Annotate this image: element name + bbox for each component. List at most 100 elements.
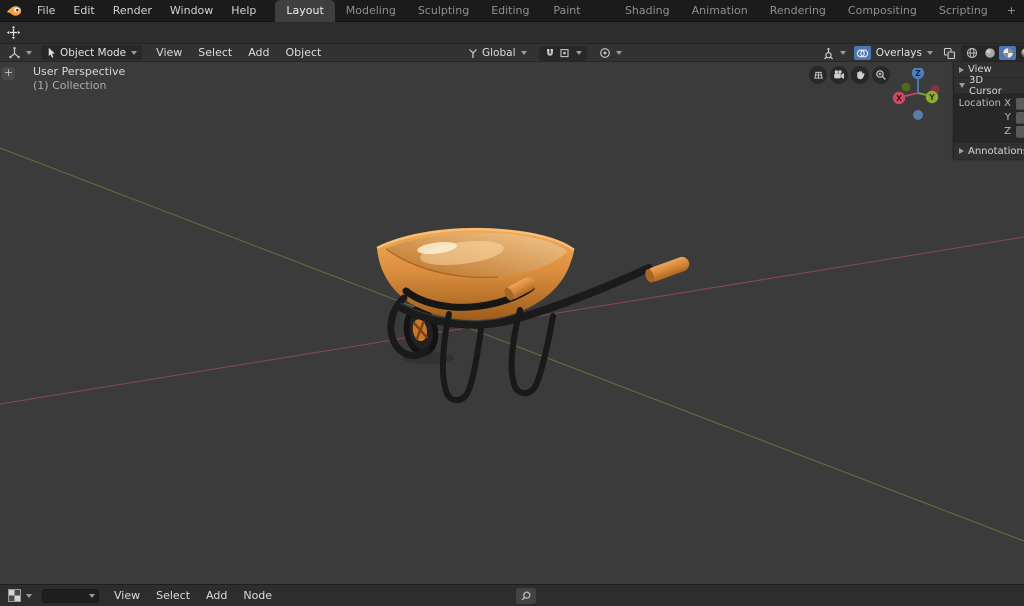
blender-window: File Edit Render Window Help Layout Mode… [0,0,1024,606]
shading-mode-group [961,45,1024,61]
transform-snap-group: Global [462,44,627,62]
menu-window[interactable]: Window [161,0,222,22]
tab-compositing[interactable]: Compositing [837,0,928,22]
viewport-menu-select[interactable]: Select [190,46,240,59]
handle-grip-right[interactable] [644,255,692,284]
viewport-nav-buttons [809,66,890,84]
chevron-down-icon [840,51,846,55]
gizmo-axis-neg-z[interactable] [913,110,923,120]
bottom-menu-node[interactable]: Node [235,589,280,602]
chevron-down-icon [616,51,622,55]
view-perspective-label: User Perspective [33,65,125,79]
viewport-3d[interactable]: + User Perspective (1) Collection [0,62,1024,584]
expanded-arrow-icon [959,83,965,88]
orientation-label: Global [482,47,516,59]
grid-icon [813,70,824,81]
bottom-menu-select[interactable]: Select [148,589,198,602]
tab-sculpting[interactable]: Sculpting [407,0,480,22]
viewport-header: Object Mode View Select Add Object Globa… [0,44,1024,62]
chevron-down-icon [89,594,95,598]
overlays-toggle[interactable] [854,46,871,60]
snap-target-icon [559,47,571,59]
bottom-menu-view[interactable]: View [106,589,148,602]
checker-texture-icon [8,589,21,602]
blender-logo-icon[interactable] [0,4,28,17]
proportional-editing-control[interactable] [594,46,627,61]
menu-help[interactable]: Help [222,0,265,22]
move-tool-icon[interactable] [0,25,27,40]
active-collection-label: (1) Collection [33,79,125,93]
pan-view-button[interactable] [851,66,869,84]
magnifier-plus-icon [875,69,887,81]
gizmos-icon [822,47,835,60]
panel-annotations-label: Annotations [968,146,1024,157]
cursor-location-y-field[interactable] [1016,112,1024,124]
add-workspace-button[interactable]: + [999,0,1024,22]
mode-selector[interactable]: Object Mode [41,45,142,60]
node-tree-selector[interactable] [42,589,99,603]
menu-render[interactable]: Render [104,0,161,22]
collapsed-arrow-icon [959,67,964,73]
object-mode-icon [46,47,57,58]
panel-annotations[interactable]: Annotations [954,143,1024,159]
hand-icon [854,69,866,81]
gizmo-axis-neg-y[interactable] [902,83,911,92]
viewport-menu-add[interactable]: Add [240,46,277,59]
panel-view-label: View [968,64,992,75]
transform-orientation-dropdown[interactable]: Global [462,46,532,61]
collapsed-arrow-icon [959,148,964,154]
shading-rendered-button[interactable] [1017,46,1024,60]
show-gizmos-control[interactable] [817,46,851,61]
chevron-down-icon [26,51,32,55]
orientation-gizmo[interactable]: X Y Z [888,68,948,128]
gizmo-axis-z[interactable]: Z [912,68,924,79]
menu-file[interactable]: File [28,0,64,22]
cursor-location-x-field[interactable] [1016,98,1024,110]
tab-rendering[interactable]: Rendering [759,0,837,22]
viewport-menu-view[interactable]: View [148,46,190,59]
tab-modeling[interactable]: Modeling [335,0,407,22]
topbar: File Edit Render Window Help Layout Mode… [0,0,1024,22]
editor-type-selector[interactable] [3,45,37,60]
toolbar-expand-button[interactable]: + [2,67,15,80]
cursor-location-z-label: Z [954,126,1016,137]
tab-animation[interactable]: Animation [681,0,759,22]
chevron-down-icon [26,594,32,598]
viewport-menu-object[interactable]: Object [278,46,330,59]
toggle-orthographic-button[interactable] [809,66,827,84]
snapping-control[interactable] [539,46,587,61]
chevron-down-icon [131,51,137,55]
tab-uv-editing[interactable]: UV Editing [480,0,542,22]
overlays-label[interactable]: Overlays [874,47,922,59]
camera-view-button[interactable] [830,66,848,84]
cursor-location-x-label: Location X [954,98,1016,109]
tab-texture-paint[interactable]: Texture Paint [542,0,614,22]
shading-solid-button[interactable] [981,46,998,60]
orientation-axis-icon [467,47,479,59]
panel-3d-cursor-label: 3D Cursor [969,75,1019,97]
viewport-sidebar: View 3D Cursor Location X Y Z [953,62,1024,159]
panel-3d-cursor[interactable]: 3D Cursor [954,78,1024,94]
bottom-editor-type-selector[interactable] [3,588,37,603]
snap-node-button[interactable] [516,588,536,604]
xray-toggle[interactable] [941,46,958,60]
tool-settings-bar [0,22,1024,44]
bottom-editor-header: View Select Add Node [0,584,1024,606]
shading-material-preview-button[interactable] [999,46,1016,60]
gizmo-axis-y[interactable]: Y [926,91,938,103]
cursor-location-z-row: Z [954,125,1024,138]
cursor-location-y-row: Y [954,111,1024,124]
magnifier-icon [520,590,532,602]
bottom-menu-add[interactable]: Add [198,589,235,602]
cursor-location-z-field[interactable] [1016,126,1024,138]
tab-scripting[interactable]: Scripting [928,0,999,22]
chevron-down-icon [927,51,933,55]
viewport-display-group: Overlays [817,44,1024,62]
tab-layout[interactable]: Layout [275,0,334,22]
menu-edit[interactable]: Edit [64,0,103,22]
magnet-icon [544,47,556,59]
shading-wireframe-button[interactable] [963,46,980,60]
svg-text:Y: Y [928,93,935,102]
gizmo-axis-x[interactable]: X [893,92,905,104]
tab-shading[interactable]: Shading [614,0,681,22]
